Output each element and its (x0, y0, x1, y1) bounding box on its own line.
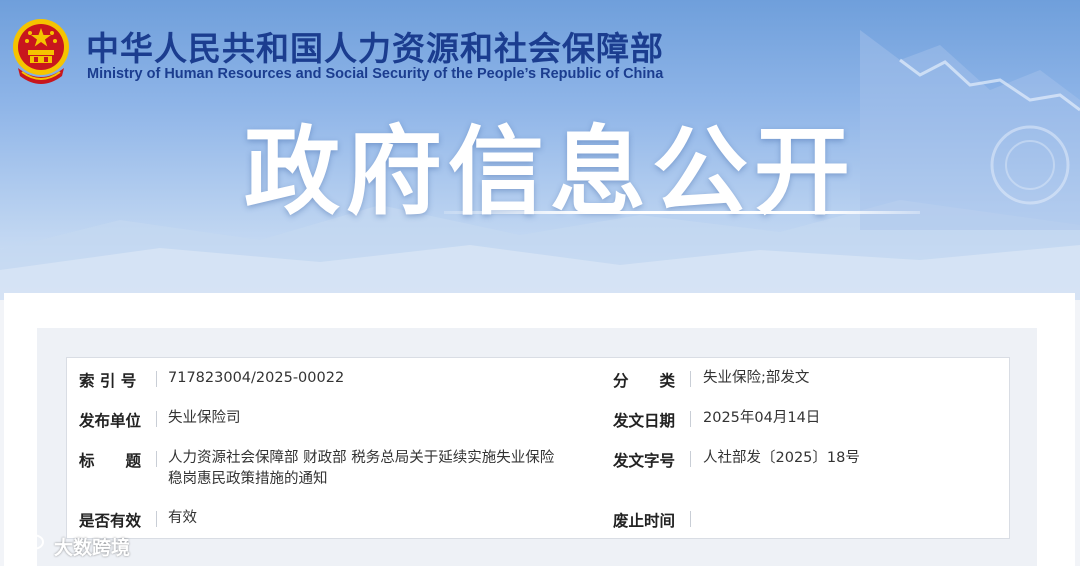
title-value-line1[interactable]: 人力资源社会保障部 财政部 税务总局关于延续实施失业保险 (168, 448, 554, 469)
separator (690, 371, 691, 387)
date-value: 2025年04月14日 (703, 410, 821, 426)
date-label: 发文日期 (613, 412, 676, 430)
category-value: 失业保险;部发文 (703, 370, 810, 386)
separator (156, 371, 157, 387)
separator (156, 411, 157, 427)
issuer-value: 失业保险司 (168, 410, 241, 426)
org-name-en[interactable]: Ministry of Human Resources and Social S… (87, 66, 663, 82)
title-value-line2[interactable]: 稳岗惠民政策措施的通知 (168, 469, 328, 490)
doc-number-label: 发文字号 (613, 452, 676, 470)
validity-label: 是否有效 (79, 512, 142, 530)
separator (690, 511, 691, 527)
wechat-logo-icon (9, 534, 44, 553)
separator (156, 451, 157, 467)
index-label: 索 引 号 (79, 372, 137, 390)
watermark-text: 大数跨境 (54, 537, 131, 559)
document-info-table: 索 引 号 717823004/2025-00022 分 类 失业保险;部发文 … (66, 357, 1010, 539)
national-emblem-icon (13, 19, 69, 84)
validity-value: 有效 (168, 510, 197, 526)
separator (156, 511, 157, 527)
title-underline (444, 211, 920, 214)
issuer-label: 发布单位 (79, 412, 142, 430)
index-value: 717823004/2025-00022 (168, 370, 345, 386)
title-label: 标 题 (79, 452, 142, 470)
category-label: 分 类 (613, 372, 676, 390)
separator (690, 451, 691, 467)
org-name-cn[interactable]: 中华人民共和国人力资源和社会保障部 (86, 22, 664, 70)
abolish-time-label: 废止时间 (613, 512, 676, 530)
separator (690, 411, 691, 427)
header-banner: 中华人民共和国人力资源和社会保障部 Ministry of Human Reso… (0, 0, 1080, 300)
doc-number-value: 人社部发〔2025〕18号 (703, 450, 860, 466)
